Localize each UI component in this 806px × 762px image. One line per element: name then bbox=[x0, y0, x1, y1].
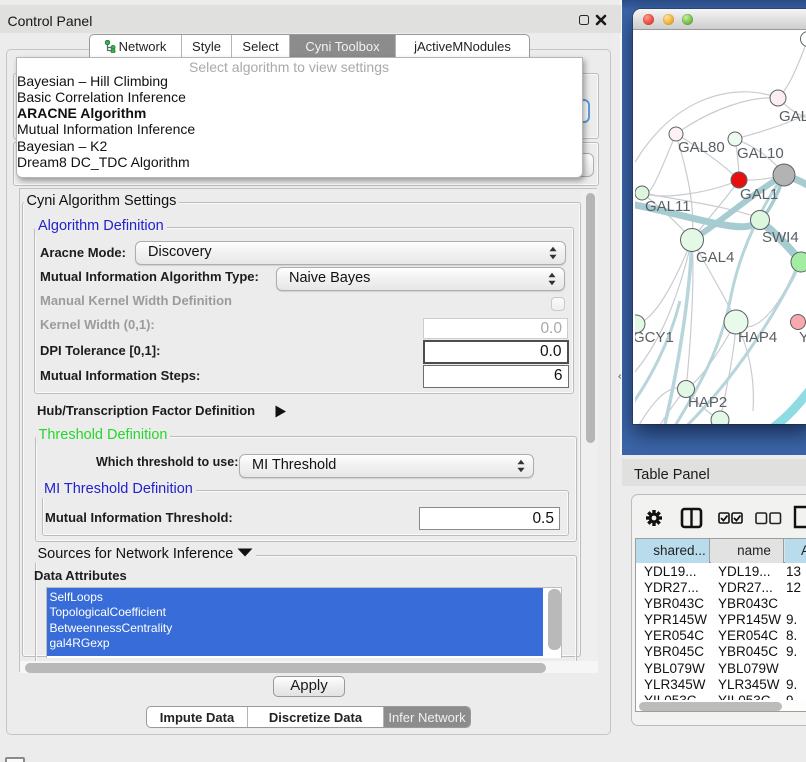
svg-text:Y: Y bbox=[799, 329, 806, 346]
svg-text:GAL10: GAL10 bbox=[737, 145, 784, 162]
svg-text:GAL80: GAL80 bbox=[678, 139, 725, 156]
svg-text:SWI4: SWI4 bbox=[762, 229, 799, 246]
svg-text:HAP2: HAP2 bbox=[688, 394, 727, 411]
svg-text:GAL4: GAL4 bbox=[696, 249, 734, 266]
svg-text:HAP4: HAP4 bbox=[738, 329, 777, 346]
svg-text:GAL11: GAL11 bbox=[645, 198, 691, 215]
svg-text:GAL1: GAL1 bbox=[740, 186, 778, 203]
svg-text:GCY1: GCY1 bbox=[635, 329, 674, 346]
svg-text:GAL2: GAL2 bbox=[779, 108, 806, 125]
